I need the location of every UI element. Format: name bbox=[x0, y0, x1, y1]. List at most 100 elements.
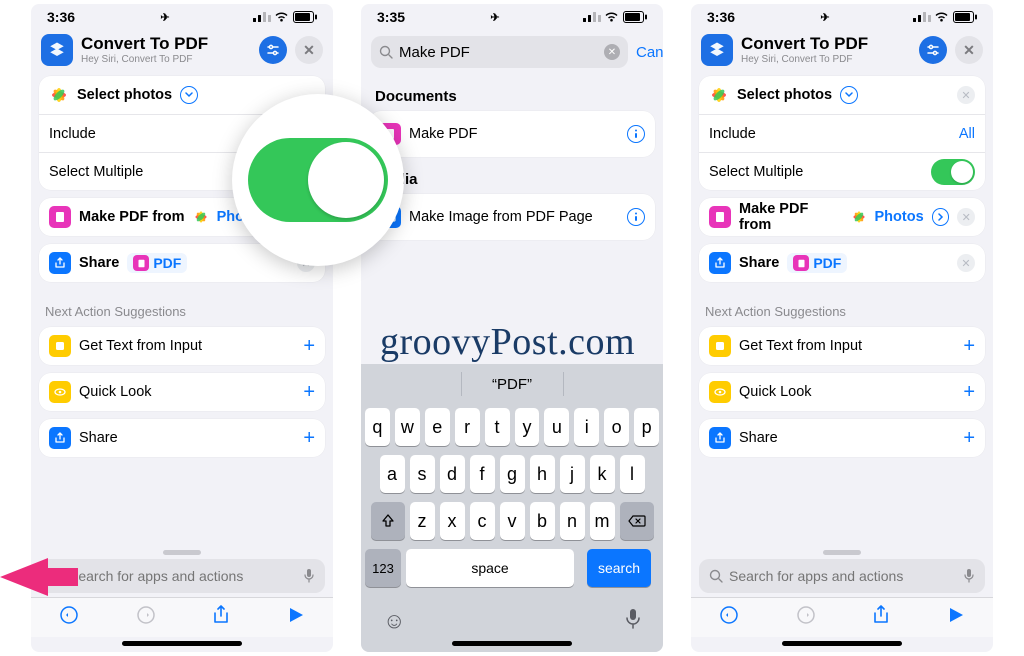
shift-key[interactable] bbox=[371, 502, 405, 540]
add-icon[interactable]: + bbox=[303, 381, 315, 404]
pdf-variable[interactable]: PDF bbox=[127, 253, 187, 273]
filter-button[interactable] bbox=[919, 36, 947, 64]
key-b[interactable]: b bbox=[530, 502, 555, 540]
remove-action-button[interactable]: ✕ bbox=[957, 254, 975, 272]
suggestion-item[interactable]: Get Text from Input + bbox=[699, 327, 985, 365]
pdf-variable[interactable]: PDF bbox=[787, 253, 847, 273]
suggestion-item[interactable]: Get Text from Input + bbox=[39, 327, 325, 365]
add-icon[interactable]: + bbox=[963, 335, 975, 358]
select-multiple-row[interactable]: Select Multiple bbox=[699, 152, 985, 190]
undo-button[interactable] bbox=[59, 605, 79, 630]
search-input[interactable] bbox=[729, 568, 957, 584]
suggestion-item[interactable]: Quick Look + bbox=[699, 373, 985, 411]
drag-handle[interactable] bbox=[823, 550, 861, 555]
key-n[interactable]: n bbox=[560, 502, 585, 540]
suggestion-item[interactable]: Share + bbox=[699, 419, 985, 457]
battery-icon bbox=[293, 11, 317, 23]
select-multiple-toggle[interactable] bbox=[931, 159, 975, 185]
suggestion-item[interactable]: Quick Look + bbox=[39, 373, 325, 411]
filter-button[interactable] bbox=[259, 36, 287, 64]
share-button[interactable] bbox=[212, 605, 230, 630]
info-button[interactable] bbox=[627, 125, 645, 143]
remove-action-button[interactable]: ✕ bbox=[957, 208, 975, 226]
dictate-key[interactable] bbox=[625, 608, 641, 635]
mic-icon[interactable] bbox=[303, 568, 315, 584]
key-o[interactable]: o bbox=[604, 408, 629, 446]
key-a[interactable]: a bbox=[380, 455, 405, 493]
info-button[interactable] bbox=[627, 208, 645, 226]
key-l[interactable]: l bbox=[620, 455, 645, 493]
keyboard-suggestion[interactable]: “PDF” bbox=[361, 364, 663, 404]
signal-icon bbox=[913, 12, 930, 22]
key-d[interactable]: d bbox=[440, 455, 465, 493]
share-button[interactable] bbox=[872, 605, 890, 630]
mic-icon[interactable] bbox=[963, 568, 975, 584]
keyboard[interactable]: “PDF” q w e r t y u i o p a s d f g h bbox=[361, 364, 663, 652]
key-m[interactable]: m bbox=[590, 502, 615, 540]
key-c[interactable]: c bbox=[470, 502, 495, 540]
run-button[interactable] bbox=[947, 606, 965, 629]
remove-action-button[interactable]: ✕ bbox=[957, 86, 975, 104]
key-f[interactable]: f bbox=[470, 455, 495, 493]
photos-icon bbox=[193, 209, 209, 225]
redo-button bbox=[796, 605, 816, 630]
clock: 3:36 bbox=[707, 9, 735, 25]
close-button[interactable]: ✕ bbox=[955, 36, 983, 64]
key-e[interactable]: e bbox=[425, 408, 450, 446]
clear-button[interactable]: ✕ bbox=[604, 44, 620, 60]
key-p[interactable]: p bbox=[634, 408, 659, 446]
photos-icon bbox=[49, 85, 69, 105]
key-w[interactable]: w bbox=[395, 408, 420, 446]
disclosure-icon[interactable] bbox=[180, 86, 198, 104]
key-q[interactable]: q bbox=[365, 408, 390, 446]
add-icon[interactable]: + bbox=[963, 427, 975, 450]
key-z[interactable]: z bbox=[410, 502, 435, 540]
emoji-key[interactable]: ☺ bbox=[383, 608, 405, 635]
space-key[interactable]: space bbox=[406, 549, 574, 587]
suggestion-item[interactable]: Share + bbox=[39, 419, 325, 457]
key-s[interactable]: s bbox=[410, 455, 435, 493]
search-field[interactable]: ✕ bbox=[371, 36, 628, 68]
key-h[interactable]: h bbox=[530, 455, 555, 493]
key-j[interactable]: j bbox=[560, 455, 585, 493]
disclosure-icon[interactable] bbox=[932, 208, 950, 226]
key-y[interactable]: y bbox=[515, 408, 540, 446]
search-input[interactable] bbox=[399, 44, 598, 61]
key-k[interactable]: k bbox=[590, 455, 615, 493]
action-search[interactable] bbox=[699, 559, 985, 593]
key-v[interactable]: v bbox=[500, 502, 525, 540]
cancel-button[interactable]: Cancel bbox=[636, 44, 663, 61]
result-make-pdf[interactable]: Make PDF bbox=[369, 111, 655, 157]
select-photos-action[interactable]: Select photos ✕ Include All Select Multi… bbox=[699, 76, 985, 190]
close-button[interactable]: ✕ bbox=[295, 36, 323, 64]
bottom-toolbar bbox=[691, 597, 993, 637]
key-t[interactable]: t bbox=[485, 408, 510, 446]
run-button[interactable] bbox=[287, 606, 305, 629]
home-indicator[interactable] bbox=[452, 641, 572, 646]
key-r[interactable]: r bbox=[455, 408, 480, 446]
disclosure-icon[interactable] bbox=[840, 86, 858, 104]
keyboard-row-4: 123 space search bbox=[365, 549, 659, 591]
home-indicator[interactable] bbox=[782, 641, 902, 646]
home-indicator[interactable] bbox=[122, 641, 242, 646]
make-pdf-action[interactable]: Make PDF from Photos ✕ bbox=[699, 198, 985, 236]
add-icon[interactable]: + bbox=[303, 335, 315, 358]
action-search[interactable] bbox=[39, 559, 325, 593]
key-x[interactable]: x bbox=[440, 502, 465, 540]
result-image-from-pdf[interactable]: Make Image from PDF Page bbox=[369, 194, 655, 240]
add-icon[interactable]: + bbox=[963, 381, 975, 404]
battery-icon bbox=[953, 11, 977, 23]
search-input[interactable] bbox=[69, 568, 297, 584]
undo-button[interactable] bbox=[719, 605, 739, 630]
key-u[interactable]: u bbox=[544, 408, 569, 446]
key-g[interactable]: g bbox=[500, 455, 525, 493]
include-row[interactable]: Include All bbox=[699, 114, 985, 152]
add-icon[interactable]: + bbox=[303, 427, 315, 450]
text-icon bbox=[709, 335, 731, 357]
drag-handle[interactable] bbox=[163, 550, 201, 555]
key-i[interactable]: i bbox=[574, 408, 599, 446]
search-key[interactable]: search bbox=[587, 549, 651, 587]
backspace-key[interactable] bbox=[620, 502, 654, 540]
numbers-key[interactable]: 123 bbox=[365, 549, 401, 587]
share-action[interactable]: Share PDF ✕ bbox=[699, 244, 985, 282]
